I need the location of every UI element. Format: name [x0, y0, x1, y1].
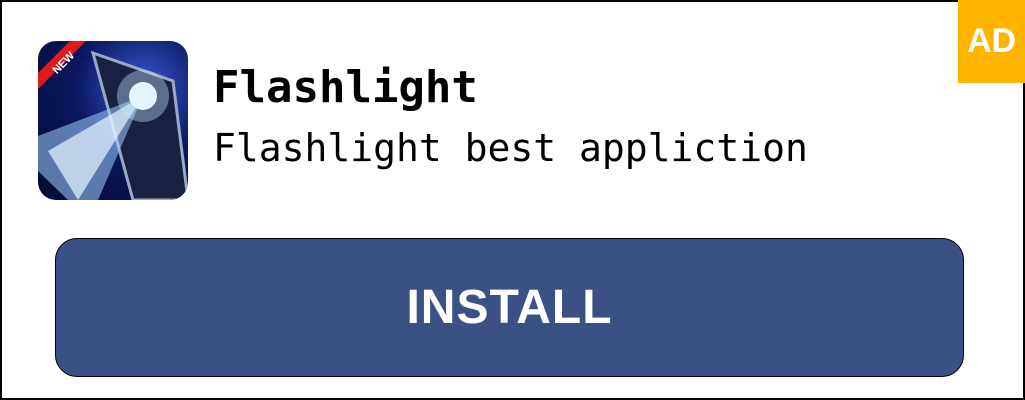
ad-badge: AD — [958, 0, 1025, 83]
app-subtitle: Flashlight best appliction — [213, 126, 808, 170]
install-button[interactable]: INSTALL — [55, 238, 964, 377]
app-title: Flashlight — [213, 62, 478, 113]
app-icon[interactable]: NEW — [38, 41, 188, 200]
